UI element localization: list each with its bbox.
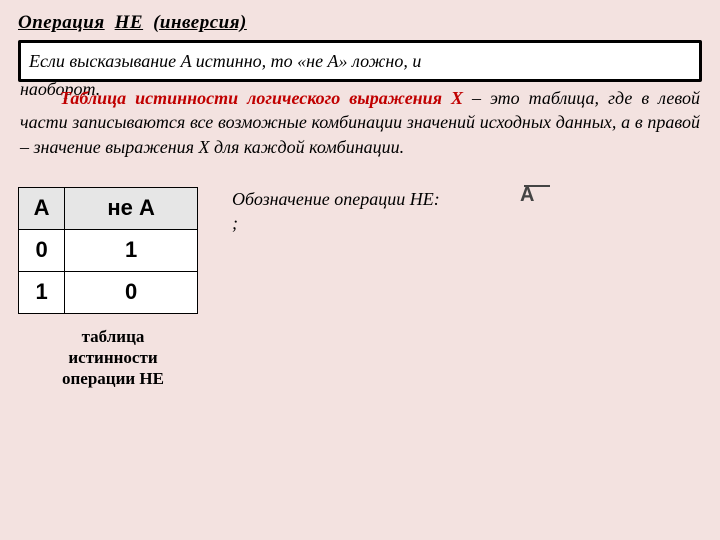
truth-table-caption: таблица истинности операции НЕ (18, 326, 208, 390)
table-row-head: А не А (19, 187, 198, 229)
cell-nota: 0 (65, 271, 198, 313)
caption-l2: истинности (68, 348, 157, 367)
page-title: Операция НЕ (инверсия) (18, 12, 702, 34)
notation-text2: ; (232, 211, 440, 235)
rule-box: Если высказывание A истинно, то «не А» л… (18, 40, 702, 82)
notation-text: Обозначение операции НЕ: (232, 189, 440, 209)
title-inv: (инверсия) (153, 12, 247, 33)
table-row: 1 0 (19, 271, 198, 313)
not-a-symbol: А (520, 185, 550, 210)
definition-paragraph: Таблица истинности логического выражения… (18, 86, 702, 159)
caption-l1: таблица (82, 327, 145, 346)
th-a: А (19, 187, 65, 229)
cell-a: 1 (19, 271, 65, 313)
th-nota: не А (65, 187, 198, 229)
truth-table: А не А 0 1 1 0 (18, 187, 198, 314)
cell-a: 0 (19, 229, 65, 271)
cell-nota: 1 (65, 229, 198, 271)
symbol-a: А (520, 184, 534, 206)
title-op: Операция (18, 12, 105, 33)
notation-block: Обозначение операции НЕ: ; А (232, 187, 440, 390)
title-not: НЕ (115, 12, 143, 33)
definition-lead: Таблица истинности логического выражения… (60, 88, 463, 108)
table-row: 0 1 (19, 229, 198, 271)
caption-l3: операции НЕ (62, 369, 164, 388)
rule-text-line1: Если высказывание A истинно, то «не А» л… (29, 51, 421, 71)
